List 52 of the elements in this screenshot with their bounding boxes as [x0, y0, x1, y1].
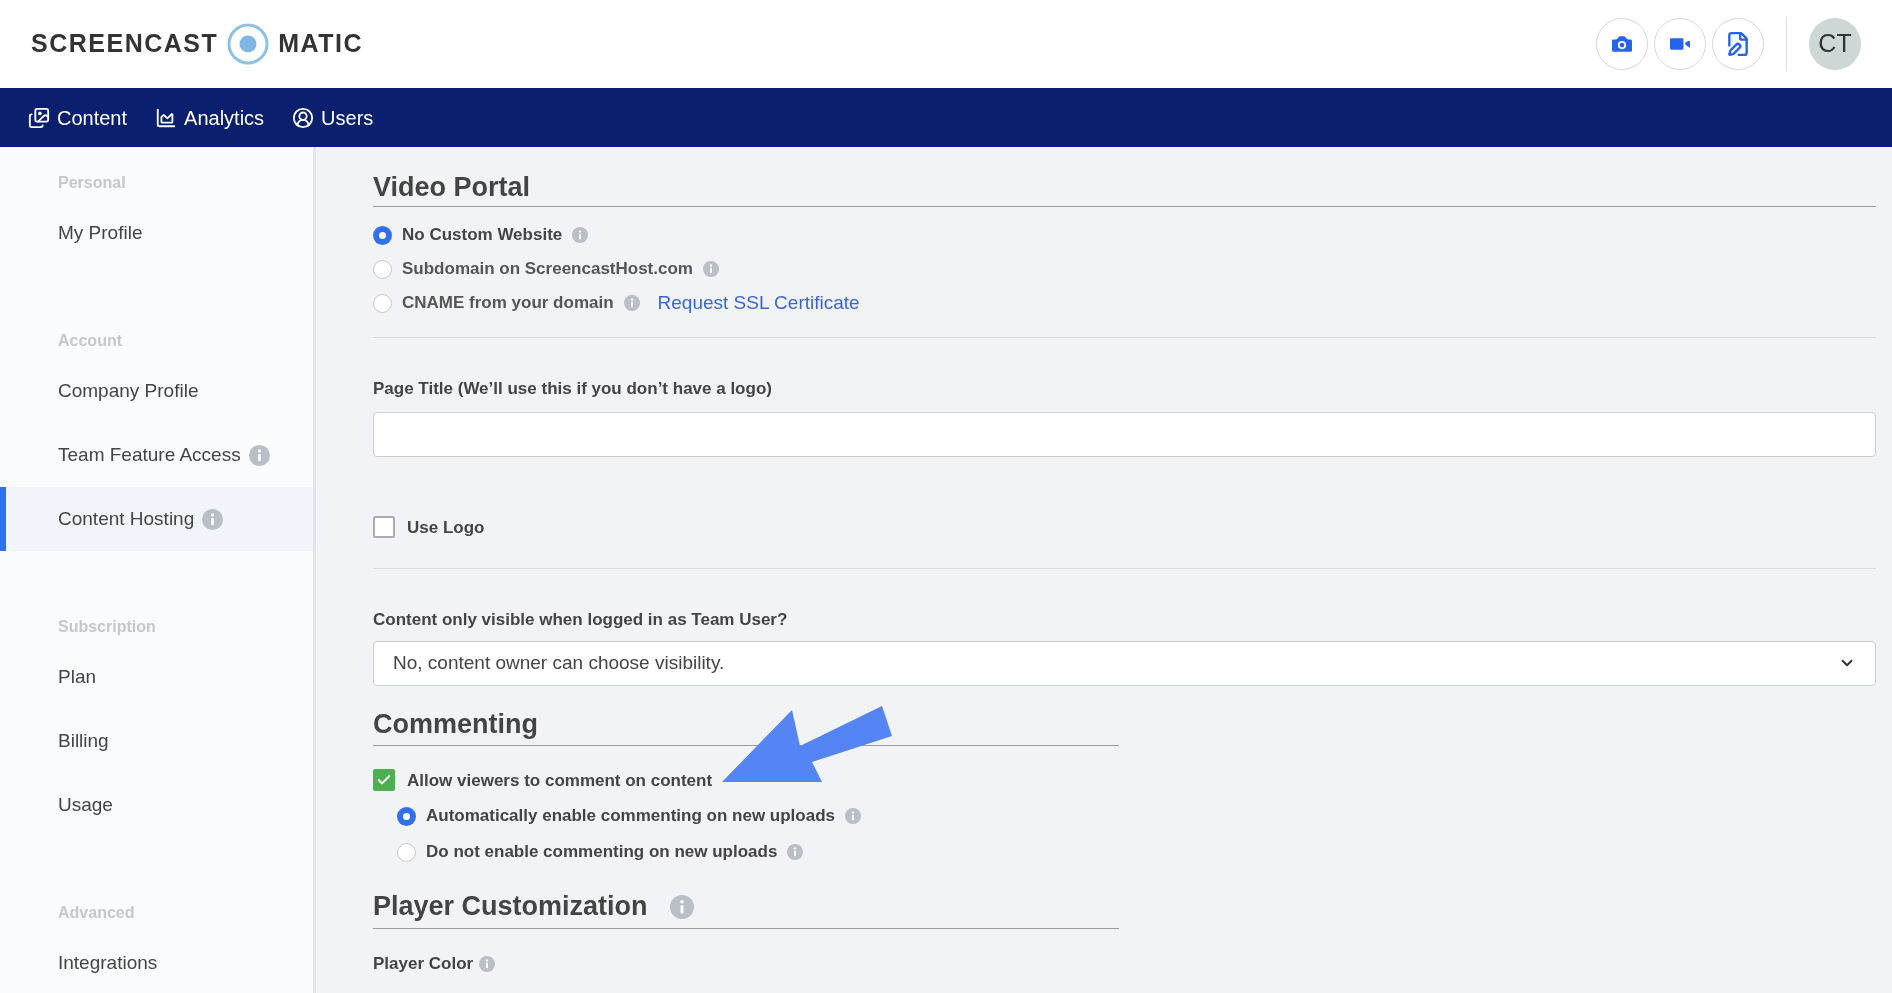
info-icon[interactable] [669, 894, 694, 919]
checkbox[interactable] [373, 516, 395, 539]
user-avatar[interactable]: CT [1809, 18, 1861, 70]
logo[interactable]: SCREENCAST MATIC [31, 22, 364, 66]
toolbar-button[interactable] [1596, 18, 1648, 70]
sidebar-item[interactable]: Plan [0, 645, 313, 709]
nav-link[interactable]: Content [28, 102, 128, 133]
radio-button[interactable] [397, 842, 416, 862]
radio-button[interactable] [373, 259, 392, 279]
logo-ring-icon [226, 22, 271, 66]
sidebar-item[interactable]: Billing [0, 709, 313, 773]
radio-label: Do not enable commenting on new uploads [426, 841, 778, 864]
checkbox-label: Allow viewers to comment on content [407, 769, 713, 792]
info-icon[interactable] [787, 844, 804, 860]
radio-label: CNAME from your domain [402, 292, 614, 315]
ssl-link[interactable]: Request SSL Certificate [657, 288, 860, 318]
radio-label: No Custom Website [402, 224, 563, 247]
info-icon[interactable] [479, 955, 496, 972]
sidebar-item[interactable]: Integrations [0, 931, 313, 993]
info-icon[interactable] [572, 227, 589, 243]
user-circle-icon [292, 106, 315, 129]
info-icon[interactable] [248, 444, 270, 466]
radio-button[interactable] [397, 806, 416, 826]
radio-button[interactable] [373, 293, 392, 313]
pen-on-page-icon [1725, 31, 1751, 57]
field-label: Player Color [373, 953, 474, 975]
radio-label: Automatically enable commenting on new uploads [426, 805, 835, 828]
sidebar-item[interactable]: Usage [0, 773, 313, 837]
checkbox[interactable] [373, 769, 395, 792]
field-label: Content only visible when logged in as Team User? [373, 609, 789, 631]
info-icon[interactable] [623, 295, 640, 311]
section-heading: Player Customization [373, 890, 648, 924]
page-title-field[interactable] [373, 411, 1876, 457]
visibility-dropdown[interactable]: No, content owner can choose visibility. [373, 640, 1876, 686]
toolbar-button[interactable] [1654, 18, 1706, 70]
nav-link[interactable]: Analytics [155, 102, 265, 133]
nav-link[interactable]: Users [292, 102, 374, 133]
info-icon[interactable] [202, 508, 224, 530]
sidebar-item[interactable]: My Profile [0, 201, 313, 265]
area-chart-icon [155, 106, 178, 129]
toolbar-button[interactable] [1712, 18, 1764, 70]
radio-button[interactable] [373, 225, 392, 245]
field-label: Page Title (We’ll use this if you don’t have a logo) [373, 378, 773, 400]
images-icon [28, 106, 50, 129]
section-heading: Video Portal [373, 167, 1876, 207]
info-icon[interactable] [702, 261, 719, 277]
info-icon[interactable] [845, 808, 861, 824]
sidebar-item[interactable]: Team Feature Access [0, 423, 313, 487]
checkbox-label: Use Logo [407, 516, 485, 539]
sidebar-item[interactable]: Company Profile [0, 359, 313, 423]
radio-label: Subdomain on ScreencastHost.com [402, 258, 693, 281]
sidebar-item[interactable]: Content Hosting [0, 487, 313, 551]
